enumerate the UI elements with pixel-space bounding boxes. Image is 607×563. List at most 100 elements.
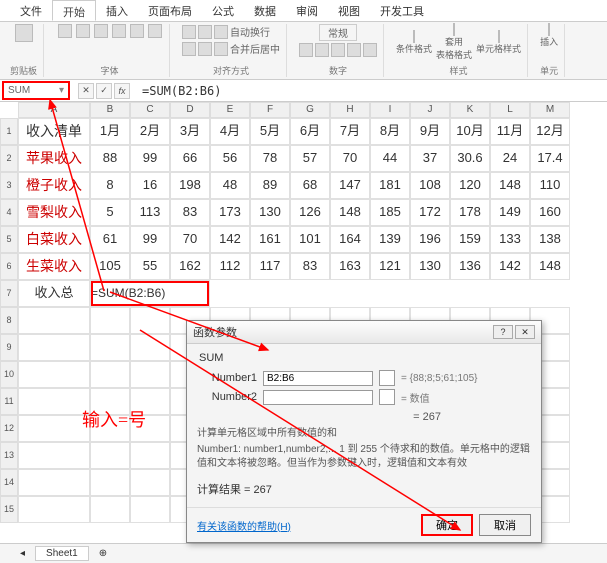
cell-H1[interactable]: 7月: [330, 118, 370, 145]
cell-C1[interactable]: 2月: [130, 118, 170, 145]
cell-G1[interactable]: 6月: [290, 118, 330, 145]
ribbon-tab-4[interactable]: 公式: [202, 0, 244, 21]
cell-L6[interactable]: 142: [490, 253, 530, 280]
cell-M4[interactable]: 160: [530, 199, 570, 226]
cell-D3[interactable]: 198: [170, 172, 210, 199]
cell-K1[interactable]: 10月: [450, 118, 490, 145]
row-header-6[interactable]: 6: [0, 253, 18, 280]
cell-G5[interactable]: 101: [290, 226, 330, 253]
ribbon-tab-5[interactable]: 数据: [244, 0, 286, 21]
row-header-1[interactable]: 1: [0, 118, 18, 145]
cell-B15[interactable]: [90, 496, 130, 523]
cell-F5[interactable]: 161: [250, 226, 290, 253]
cell-F4[interactable]: 130: [250, 199, 290, 226]
cell-B3[interactable]: 8: [90, 172, 130, 199]
cell-A15[interactable]: [18, 496, 90, 523]
row-header-7[interactable]: 7: [0, 280, 18, 307]
cell-A4[interactable]: 雪梨收入: [18, 199, 90, 226]
cell-A5[interactable]: 白菜收入: [18, 226, 90, 253]
ribbon-tab-8[interactable]: 开发工具: [370, 0, 434, 21]
ribbon-tab-7[interactable]: 视图: [328, 0, 370, 21]
cell-K2[interactable]: 30.6: [450, 145, 490, 172]
cell-C2[interactable]: 99: [130, 145, 170, 172]
close-window-button[interactable]: ✕: [515, 325, 535, 339]
col-header-D[interactable]: D: [170, 102, 210, 118]
cell-C8[interactable]: [130, 307, 170, 334]
cell-B10[interactable]: [90, 361, 130, 388]
ribbon-tab-1[interactable]: 开始: [52, 0, 96, 21]
row-header-9[interactable]: 9: [0, 334, 18, 361]
fx-button[interactable]: fx: [114, 83, 130, 99]
cell-B7[interactable]: =SUM(B2:B6): [90, 280, 210, 307]
cell-I2[interactable]: 44: [370, 145, 410, 172]
arg1-input[interactable]: [263, 371, 373, 386]
cell-B13[interactable]: [90, 442, 130, 469]
col-header-F[interactable]: F: [250, 102, 290, 118]
italic-icon[interactable]: [76, 24, 90, 38]
dialog-help-link[interactable]: 有关该函数的帮助(H): [197, 518, 291, 533]
cell-A12[interactable]: [18, 415, 90, 442]
dialog-titlebar[interactable]: 函数参数 ? ✕: [187, 321, 541, 344]
cell-F1[interactable]: 5月: [250, 118, 290, 145]
cell-L1[interactable]: 11月: [490, 118, 530, 145]
help-window-button[interactable]: ?: [493, 325, 513, 339]
dialog-cancel-button[interactable]: 取消: [479, 514, 531, 536]
row-header-3[interactable]: 3: [0, 172, 18, 199]
chevron-down-icon[interactable]: ▾: [59, 85, 64, 96]
col-header-E[interactable]: E: [210, 102, 250, 118]
cell-L4[interactable]: 149: [490, 199, 530, 226]
cell-E6[interactable]: 112: [210, 253, 250, 280]
cell-E4[interactable]: 173: [210, 199, 250, 226]
cell-A6[interactable]: 生菜收入: [18, 253, 90, 280]
cell-style-icon[interactable]: [498, 30, 500, 43]
ribbon-tab-3[interactable]: 页面布局: [138, 0, 202, 21]
col-header-C[interactable]: C: [130, 102, 170, 118]
cell-E5[interactable]: 142: [210, 226, 250, 253]
cell-K3[interactable]: 120: [450, 172, 490, 199]
cell-B8[interactable]: [90, 307, 130, 334]
dialog-ok-button[interactable]: 确定: [421, 514, 473, 536]
row-header-4[interactable]: 4: [0, 199, 18, 226]
cell-E3[interactable]: 48: [210, 172, 250, 199]
cell-F6[interactable]: 117: [250, 253, 290, 280]
cell-C10[interactable]: [130, 361, 170, 388]
cell-M2[interactable]: 17.4: [530, 145, 570, 172]
cell-H5[interactable]: 164: [330, 226, 370, 253]
row-header-12[interactable]: 12: [0, 415, 18, 442]
cell-C4[interactable]: 113: [130, 199, 170, 226]
merge-center-button[interactable]: 合并后居中: [230, 41, 280, 56]
cell-C15[interactable]: [130, 496, 170, 523]
align-left-icon[interactable]: [182, 42, 196, 56]
cell-G3[interactable]: 68: [290, 172, 330, 199]
cell-H4[interactable]: 148: [330, 199, 370, 226]
col-header-I[interactable]: I: [370, 102, 410, 118]
cell-A11[interactable]: [18, 388, 90, 415]
cell-B2[interactable]: 88: [90, 145, 130, 172]
cell-M6[interactable]: 148: [530, 253, 570, 280]
currency-icon[interactable]: [299, 43, 313, 57]
cell-E2[interactable]: 56: [210, 145, 250, 172]
cell-D6[interactable]: 162: [170, 253, 210, 280]
cell-D2[interactable]: 66: [170, 145, 210, 172]
cell-I1[interactable]: 8月: [370, 118, 410, 145]
row-header-8[interactable]: 8: [0, 307, 18, 334]
row-header-15[interactable]: 15: [0, 496, 18, 523]
row-header-10[interactable]: 10: [0, 361, 18, 388]
cell-J6[interactable]: 130: [410, 253, 450, 280]
col-header-L[interactable]: L: [490, 102, 530, 118]
cell-B14[interactable]: [90, 469, 130, 496]
accept-formula-button[interactable]: ✓: [96, 83, 112, 99]
cell-J2[interactable]: 37: [410, 145, 450, 172]
cell-K4[interactable]: 178: [450, 199, 490, 226]
cell-A10[interactable]: [18, 361, 90, 388]
paste-icon[interactable]: [15, 24, 33, 42]
col-header-J[interactable]: J: [410, 102, 450, 118]
cell-M3[interactable]: 110: [530, 172, 570, 199]
cell-C5[interactable]: 99: [130, 226, 170, 253]
font-color-icon[interactable]: [148, 24, 162, 38]
cell-A7[interactable]: 收入总: [18, 280, 90, 307]
cell-C3[interactable]: 16: [130, 172, 170, 199]
align-top-icon[interactable]: [182, 25, 196, 39]
number-format-select[interactable]: 常规: [319, 24, 357, 41]
cell-A14[interactable]: [18, 469, 90, 496]
